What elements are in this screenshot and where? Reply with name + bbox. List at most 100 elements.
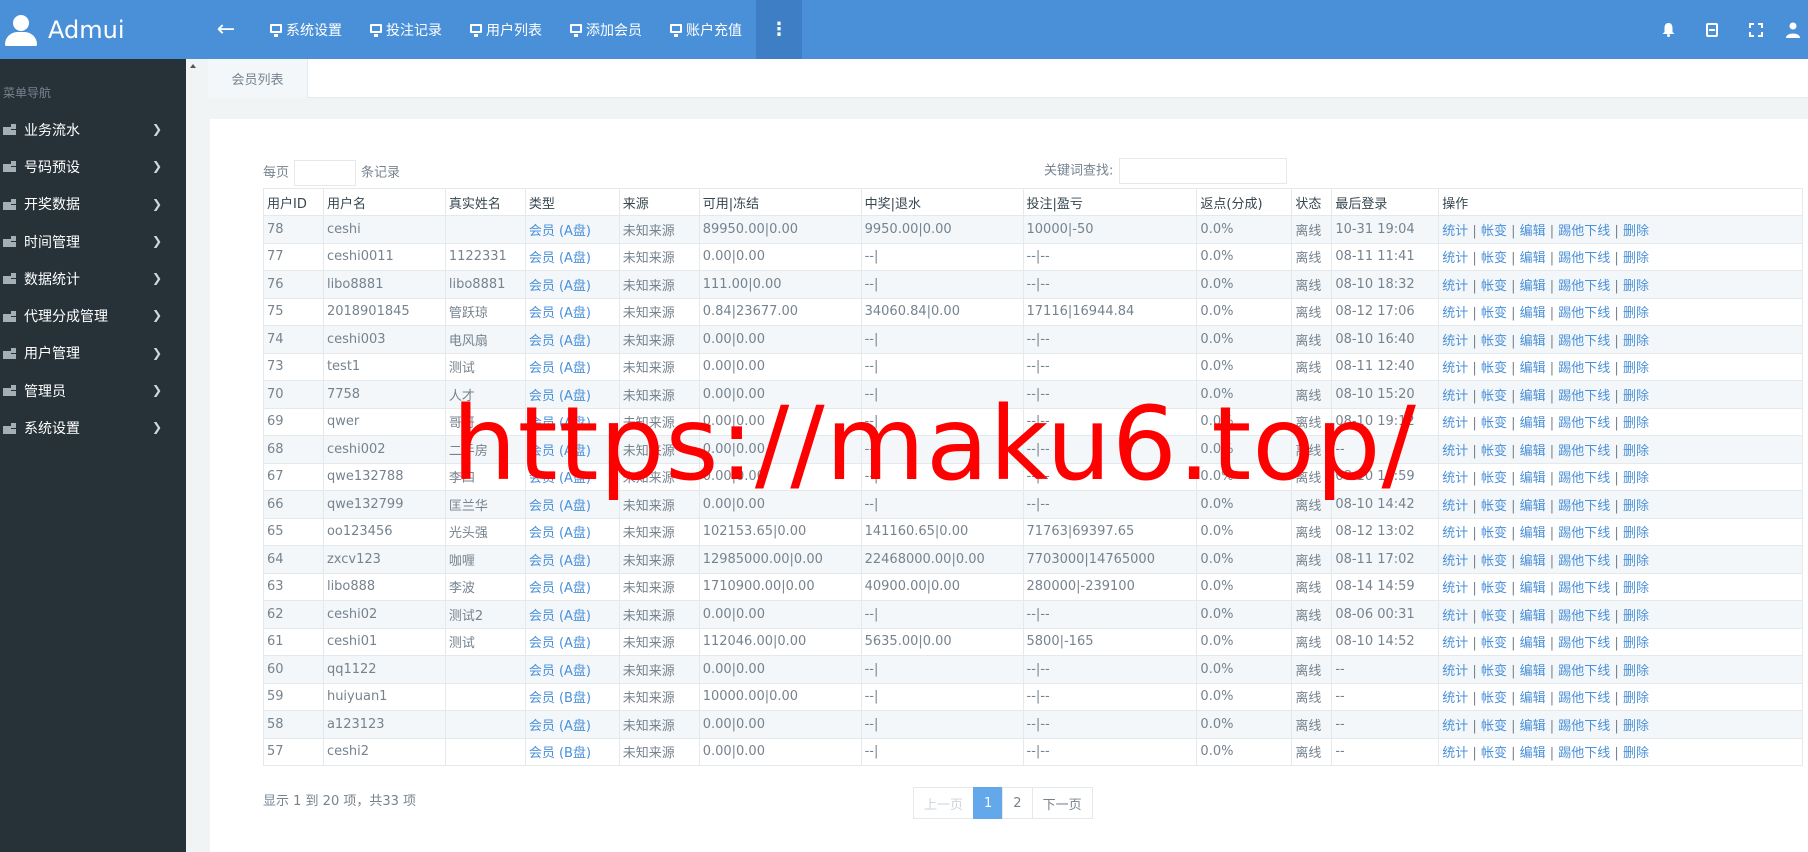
- stats-link[interactable]: 统计: [1442, 416, 1468, 431]
- sidebar-item-agent-commission[interactable]: 代理分成管理 ❯: [0, 297, 186, 334]
- cell-type[interactable]: 会员 (A盘): [524, 600, 620, 629]
- balance-change-link[interactable]: 帐变: [1481, 609, 1507, 624]
- edit-link[interactable]: 编辑: [1520, 471, 1546, 486]
- delete-link[interactable]: 删除: [1623, 306, 1649, 321]
- cell-type[interactable]: 会员 (A盘): [524, 325, 620, 354]
- page-size-input[interactable]: [294, 160, 357, 186]
- topnav-item-recharge[interactable]: 账户充值: [656, 0, 756, 59]
- balance-change-link[interactable]: 帐变: [1481, 389, 1507, 404]
- bell-icon[interactable]: [1646, 0, 1690, 59]
- col-last-login[interactable]: 最后登录: [1331, 188, 1440, 216]
- edit-link[interactable]: 编辑: [1520, 251, 1546, 266]
- edit-link[interactable]: 编辑: [1520, 334, 1546, 349]
- delete-link[interactable]: 删除: [1623, 389, 1649, 404]
- stats-link[interactable]: 统计: [1442, 224, 1468, 239]
- balance-change-link[interactable]: 帐变: [1481, 636, 1507, 651]
- sidebar-item-system-settings[interactable]: 系统设置 ❯: [0, 409, 186, 446]
- scrollbar[interactable]: [186, 59, 200, 852]
- delete-link[interactable]: 删除: [1623, 664, 1649, 679]
- prev-page-button[interactable]: 上一页: [913, 787, 975, 819]
- fullscreen-icon[interactable]: [1734, 0, 1778, 59]
- cell-type[interactable]: 会员 (A盘): [524, 655, 620, 684]
- delete-link[interactable]: 删除: [1623, 361, 1649, 376]
- kick-offline-link[interactable]: 踢他下线: [1558, 499, 1610, 514]
- brand[interactable]: Admui: [0, 0, 186, 59]
- kick-offline-link[interactable]: 踢他下线: [1558, 224, 1610, 239]
- delete-link[interactable]: 删除: [1623, 279, 1649, 294]
- edit-link[interactable]: 编辑: [1520, 526, 1546, 541]
- edit-link[interactable]: 编辑: [1520, 554, 1546, 569]
- stats-link[interactable]: 统计: [1442, 609, 1468, 624]
- cell-type[interactable]: 会员 (A盘): [524, 215, 620, 244]
- sidebar-item-time-management[interactable]: 时间管理 ❯: [0, 223, 186, 260]
- stats-link[interactable]: 统计: [1442, 581, 1468, 596]
- col-winnings[interactable]: 中奖|退水: [860, 188, 1024, 216]
- delete-link[interactable]: 删除: [1623, 499, 1649, 514]
- delete-link[interactable]: 删除: [1623, 581, 1649, 596]
- cell-type[interactable]: 会员 (B盘): [524, 737, 620, 766]
- stats-link[interactable]: 统计: [1442, 251, 1468, 266]
- col-username[interactable]: 用户名: [322, 188, 446, 216]
- delete-link[interactable]: 删除: [1623, 609, 1649, 624]
- balance-change-link[interactable]: 帐变: [1481, 334, 1507, 349]
- topnav-item-user-list[interactable]: 用户列表: [456, 0, 556, 59]
- stats-link[interactable]: 统计: [1442, 719, 1468, 734]
- sidebar-item-user-management[interactable]: 用户管理 ❯: [0, 335, 186, 372]
- stats-link[interactable]: 统计: [1442, 279, 1468, 294]
- col-rebate[interactable]: 返点(分成): [1196, 188, 1293, 216]
- stats-link[interactable]: 统计: [1442, 361, 1468, 376]
- kick-offline-link[interactable]: 踢他下线: [1558, 581, 1610, 596]
- delete-link[interactable]: 删除: [1623, 224, 1649, 239]
- col-status[interactable]: 状态: [1291, 188, 1333, 216]
- delete-link[interactable]: 删除: [1623, 444, 1649, 459]
- balance-change-link[interactable]: 帐变: [1481, 581, 1507, 596]
- balance-change-link[interactable]: 帐变: [1481, 444, 1507, 459]
- kick-offline-link[interactable]: 踢他下线: [1558, 334, 1610, 349]
- stats-link[interactable]: 统计: [1442, 306, 1468, 321]
- col-balance[interactable]: 可用|冻结: [698, 188, 862, 216]
- cell-type[interactable]: 会员 (A盘): [524, 242, 620, 271]
- balance-change-link[interactable]: 帐变: [1481, 251, 1507, 266]
- next-page-button[interactable]: 下一页: [1031, 787, 1093, 819]
- col-real-name[interactable]: 真实姓名: [444, 188, 526, 216]
- edit-link[interactable]: 编辑: [1520, 636, 1546, 651]
- balance-change-link[interactable]: 帐变: [1481, 746, 1507, 761]
- edit-link[interactable]: 编辑: [1520, 719, 1546, 734]
- kick-offline-link[interactable]: 踢他下线: [1558, 389, 1610, 404]
- edit-link[interactable]: 编辑: [1520, 664, 1546, 679]
- sidebar-item-draw-data[interactable]: 开奖数据 ❯: [0, 186, 186, 223]
- edit-link[interactable]: 编辑: [1520, 416, 1546, 431]
- balance-change-link[interactable]: 帐变: [1481, 499, 1507, 514]
- balance-change-link[interactable]: 帐变: [1481, 279, 1507, 294]
- kick-offline-link[interactable]: 踢他下线: [1558, 361, 1610, 376]
- delete-link[interactable]: 删除: [1623, 691, 1649, 706]
- delete-link[interactable]: 删除: [1623, 526, 1649, 541]
- edit-link[interactable]: 编辑: [1520, 581, 1546, 596]
- delete-link[interactable]: 删除: [1623, 636, 1649, 651]
- kick-offline-link[interactable]: 踢他下线: [1558, 526, 1610, 541]
- stats-link[interactable]: 统计: [1442, 389, 1468, 404]
- edit-link[interactable]: 编辑: [1520, 361, 1546, 376]
- cell-type[interactable]: 会员 (A盘): [524, 710, 620, 739]
- kick-offline-link[interactable]: 踢他下线: [1558, 306, 1610, 321]
- cell-type[interactable]: 会员 (B盘): [524, 682, 620, 711]
- search-input[interactable]: [1119, 158, 1288, 184]
- kick-offline-link[interactable]: 踢他下线: [1558, 471, 1610, 486]
- edit-link[interactable]: 编辑: [1520, 444, 1546, 459]
- sidebar-item-business-flow[interactable]: 业务流水 ❯: [0, 111, 186, 148]
- kick-offline-link[interactable]: 踢他下线: [1558, 664, 1610, 679]
- col-source[interactable]: 来源: [618, 188, 700, 216]
- stats-link[interactable]: 统计: [1442, 636, 1468, 651]
- kick-offline-link[interactable]: 踢他下线: [1558, 746, 1610, 761]
- col-type[interactable]: 类型: [524, 188, 620, 216]
- balance-change-link[interactable]: 帐变: [1481, 691, 1507, 706]
- page-button-1[interactable]: 1: [973, 787, 1004, 819]
- edit-link[interactable]: 编辑: [1520, 224, 1546, 239]
- topnav-item-bet-records[interactable]: 投注记录: [356, 0, 456, 59]
- edit-link[interactable]: 编辑: [1520, 691, 1546, 706]
- tab-member-list[interactable]: 会员列表: [208, 59, 308, 98]
- sidebar-item-administrators[interactable]: 管理员 ❯: [0, 372, 186, 409]
- kick-offline-link[interactable]: 踢他下线: [1558, 719, 1610, 734]
- delete-link[interactable]: 删除: [1623, 719, 1649, 734]
- kick-offline-link[interactable]: 踢他下线: [1558, 279, 1610, 294]
